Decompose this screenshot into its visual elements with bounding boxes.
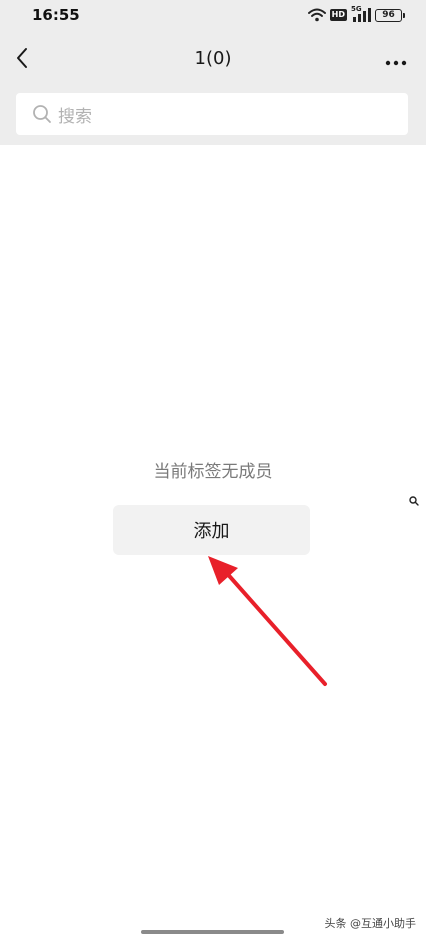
floating-search-icon[interactable] bbox=[407, 494, 421, 508]
search-input[interactable]: 搜索 bbox=[16, 93, 408, 135]
watermark: 头条 @互通小助手 bbox=[324, 917, 417, 930]
search-placeholder: 搜索 bbox=[58, 106, 92, 127]
status-bar: 16:55 HD 5G 96 bbox=[0, 0, 426, 32]
search-icon bbox=[32, 104, 52, 124]
header-area: 16:55 HD 5G 96 1(0) 搜索 bbox=[0, 0, 426, 145]
signal-icon: 5G bbox=[351, 5, 371, 22]
empty-state-message: 当前标签无成员 bbox=[153, 462, 273, 482]
status-icons: HD 5G 96 bbox=[307, 5, 405, 23]
screen: 16:55 HD 5G 96 1(0) 搜索 当前标签无成员 添加 头条 @互通… bbox=[0, 0, 426, 939]
page-title: 1(0) bbox=[194, 48, 232, 69]
battery-icon: 96 bbox=[375, 8, 405, 22]
add-member-button[interactable]: 添加 bbox=[113, 505, 310, 555]
more-button[interactable] bbox=[380, 44, 412, 76]
hd-icon: HD bbox=[329, 9, 347, 21]
status-time: 16:55 bbox=[32, 6, 80, 24]
more-dots-icon bbox=[385, 51, 407, 70]
home-indicator[interactable] bbox=[141, 930, 284, 934]
wifi-icon bbox=[307, 8, 326, 22]
nav-bar: 1(0) bbox=[0, 36, 426, 84]
